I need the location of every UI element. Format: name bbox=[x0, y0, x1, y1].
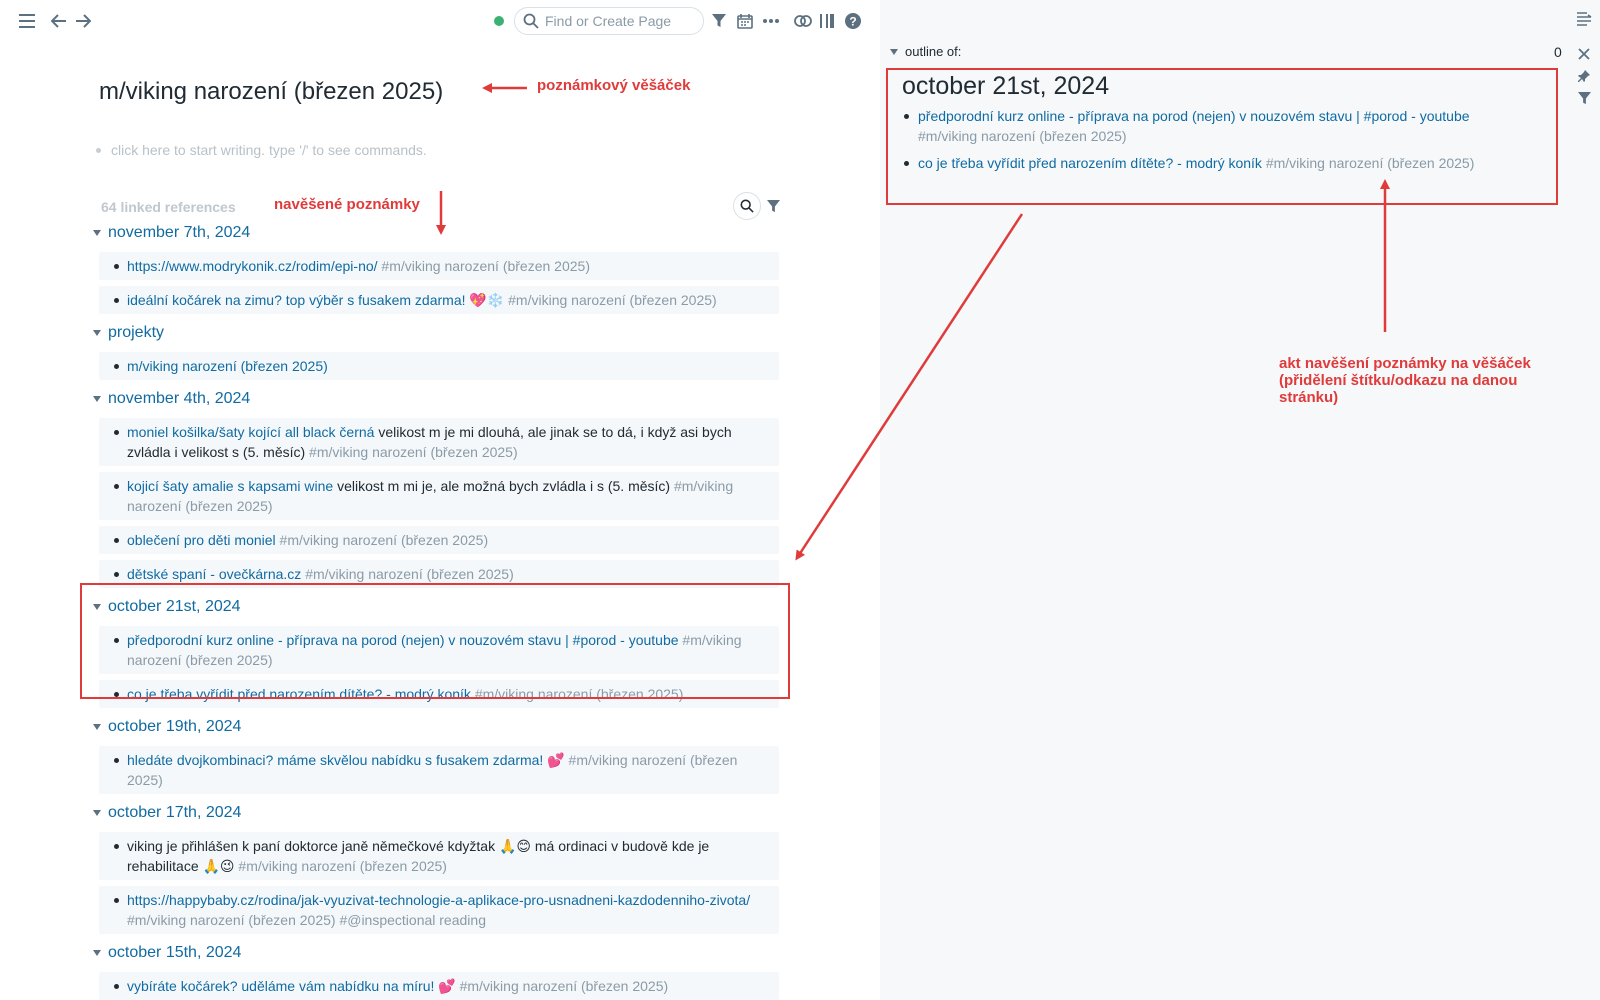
reference-block[interactable]: moniel košilka/šaty kojící all black čer… bbox=[99, 418, 779, 466]
close-icon[interactable] bbox=[1574, 44, 1594, 64]
reference-block[interactable]: https://www.modrykonik.cz/rodim/epi-no/ … bbox=[99, 252, 779, 280]
filter-icon[interactable] bbox=[767, 199, 780, 213]
search-icon bbox=[523, 13, 539, 29]
page-link[interactable]: https://www.modrykonik.cz/rodim/epi-no/ bbox=[127, 258, 378, 274]
sync-status-icon bbox=[494, 16, 504, 26]
sidebar-collapse-icon[interactable] bbox=[1576, 12, 1592, 26]
reference-group-header[interactable]: october 17th, 2024 bbox=[90, 800, 780, 826]
reference-group-title[interactable]: october 17th, 2024 bbox=[108, 804, 241, 822]
reference-group-header[interactable]: november 7th, 2024 bbox=[90, 220, 780, 246]
tag-link[interactable]: #m/viking narození (březen 2025) bbox=[305, 444, 518, 460]
reference-group-header[interactable]: projekty bbox=[90, 320, 780, 346]
reference-group-title[interactable]: november 7th, 2024 bbox=[108, 224, 250, 242]
calendar-icon[interactable] bbox=[734, 10, 756, 32]
highlight-box-references bbox=[80, 583, 790, 699]
svg-text:?: ? bbox=[849, 15, 856, 29]
reference-group-header[interactable]: october 19th, 2024 bbox=[90, 714, 780, 740]
reference-group-title[interactable]: october 15th, 2024 bbox=[108, 944, 241, 962]
reference-group-header[interactable]: october 15th, 2024 bbox=[90, 940, 780, 966]
pin-icon[interactable] bbox=[1574, 66, 1594, 86]
highlight-box-outline bbox=[886, 68, 1558, 205]
top-toolbar: ? bbox=[0, 0, 880, 42]
page-link[interactable]: vybíráte kočárek? uděláme vám nabídku na… bbox=[127, 978, 456, 994]
caret-down-icon[interactable] bbox=[93, 950, 101, 956]
reference-block[interactable]: hledáte dvojkombinaci? máme skvělou nabí… bbox=[99, 746, 779, 794]
reference-block[interactable]: oblečení pro děti moniel #m/viking naroz… bbox=[99, 526, 779, 554]
tag-link[interactable]: #m/viking narození (březen 2025) bbox=[235, 858, 447, 874]
graph-icon[interactable] bbox=[792, 10, 814, 32]
annotation-hanger: poznámkový věšáček bbox=[537, 77, 691, 94]
caret-down-icon[interactable] bbox=[93, 230, 101, 236]
page-link[interactable]: oblečení pro děti moniel bbox=[127, 532, 276, 548]
bullet-icon bbox=[96, 147, 101, 153]
search-icon bbox=[740, 199, 754, 213]
page-link[interactable]: kojicí šaty amalie s kapsami wine bbox=[127, 478, 333, 494]
caret-down-icon[interactable] bbox=[93, 724, 101, 730]
reference-block[interactable]: kojicí šaty amalie s kapsami wine veliko… bbox=[99, 472, 779, 520]
tag-link[interactable]: #m/viking narození (březen 2025) #@inspe… bbox=[127, 912, 486, 928]
tag-link[interactable]: #m/viking narození (březen 2025) bbox=[276, 532, 489, 548]
back-arrow-icon[interactable] bbox=[48, 10, 70, 32]
reference-group-title[interactable]: november 4th, 2024 bbox=[108, 390, 250, 408]
outline-header[interactable]: outline of: bbox=[888, 44, 961, 59]
tag-link[interactable]: #m/viking narození (březen 2025) bbox=[456, 978, 669, 994]
linked-references-count[interactable]: 64 linked references bbox=[101, 199, 236, 215]
annotation-hung-notes: navěšené poznámky bbox=[274, 196, 420, 213]
caret-down-icon[interactable] bbox=[890, 48, 898, 55]
page-link[interactable]: m/viking narození (březen 2025) bbox=[127, 358, 328, 374]
search-input[interactable] bbox=[545, 13, 695, 29]
tag-link[interactable]: #m/viking narození (březen 2025) bbox=[504, 292, 717, 308]
reference-block[interactable]: ideální kočárek na zimu? top výběr s fus… bbox=[99, 286, 779, 314]
page-link[interactable]: dětské spaní - ovečkárna.cz bbox=[127, 566, 301, 582]
reference-group-title[interactable]: october 19th, 2024 bbox=[108, 718, 241, 736]
main-page: m/viking narození (březen 2025) click he… bbox=[0, 42, 880, 1000]
tag-link[interactable]: #m/viking narození (březen 2025) bbox=[301, 566, 514, 582]
reference-block[interactable]: viking je přihlášen k paní doktorce janě… bbox=[99, 832, 779, 880]
empty-block[interactable]: click here to start writing. type '/' to… bbox=[96, 142, 427, 158]
search-field[interactable] bbox=[514, 7, 704, 35]
reference-group-header[interactable]: november 4th, 2024 bbox=[90, 386, 780, 412]
page-link[interactable]: ideální kočárek na zimu? top výběr s fus… bbox=[127, 292, 504, 308]
reference-group-title[interactable]: projekty bbox=[108, 324, 164, 342]
more-icon[interactable] bbox=[760, 10, 782, 32]
sidebar-toggle-icon[interactable] bbox=[816, 10, 838, 32]
caret-down-icon[interactable] bbox=[93, 330, 101, 336]
outline-count: 0 bbox=[1554, 44, 1562, 60]
reference-block[interactable]: m/viking narození (březen 2025) bbox=[99, 352, 779, 380]
help-icon[interactable]: ? bbox=[842, 10, 864, 32]
forward-arrow-icon[interactable] bbox=[72, 10, 94, 32]
filter-icon[interactable] bbox=[708, 10, 730, 32]
filter-icon[interactable] bbox=[1574, 88, 1594, 108]
empty-block-placeholder: click here to start writing. type '/' to… bbox=[111, 142, 427, 158]
reference-block[interactable]: vybíráte kočárek? uděláme vám nabídku na… bbox=[99, 972, 779, 1000]
page-link[interactable]: https://happybaby.cz/rodina/jak-vyuzivat… bbox=[127, 892, 750, 908]
outline-header-label: outline of: bbox=[905, 44, 962, 59]
page-link[interactable]: hledáte dvojkombinaci? máme skvělou nabí… bbox=[127, 752, 565, 768]
caret-down-icon[interactable] bbox=[93, 810, 101, 816]
reference-block[interactable]: https://happybaby.cz/rodina/jak-vyuzivat… bbox=[99, 886, 779, 934]
tag-link[interactable]: #m/viking narození (březen 2025) bbox=[378, 258, 590, 274]
block-text: velikost m mi je, ale možná bych zvládla… bbox=[333, 478, 671, 494]
references-tools bbox=[733, 192, 780, 220]
menu-icon[interactable] bbox=[16, 10, 38, 32]
page-link[interactable]: moniel košilka/šaty kojící all black čer… bbox=[127, 424, 374, 440]
annotation-act: akt navěšení poznámky na věšáček (přiděl… bbox=[1279, 355, 1531, 406]
caret-down-icon[interactable] bbox=[93, 396, 101, 402]
references-search-button[interactable] bbox=[733, 192, 761, 220]
page-title[interactable]: m/viking narození (březen 2025) bbox=[99, 78, 443, 106]
